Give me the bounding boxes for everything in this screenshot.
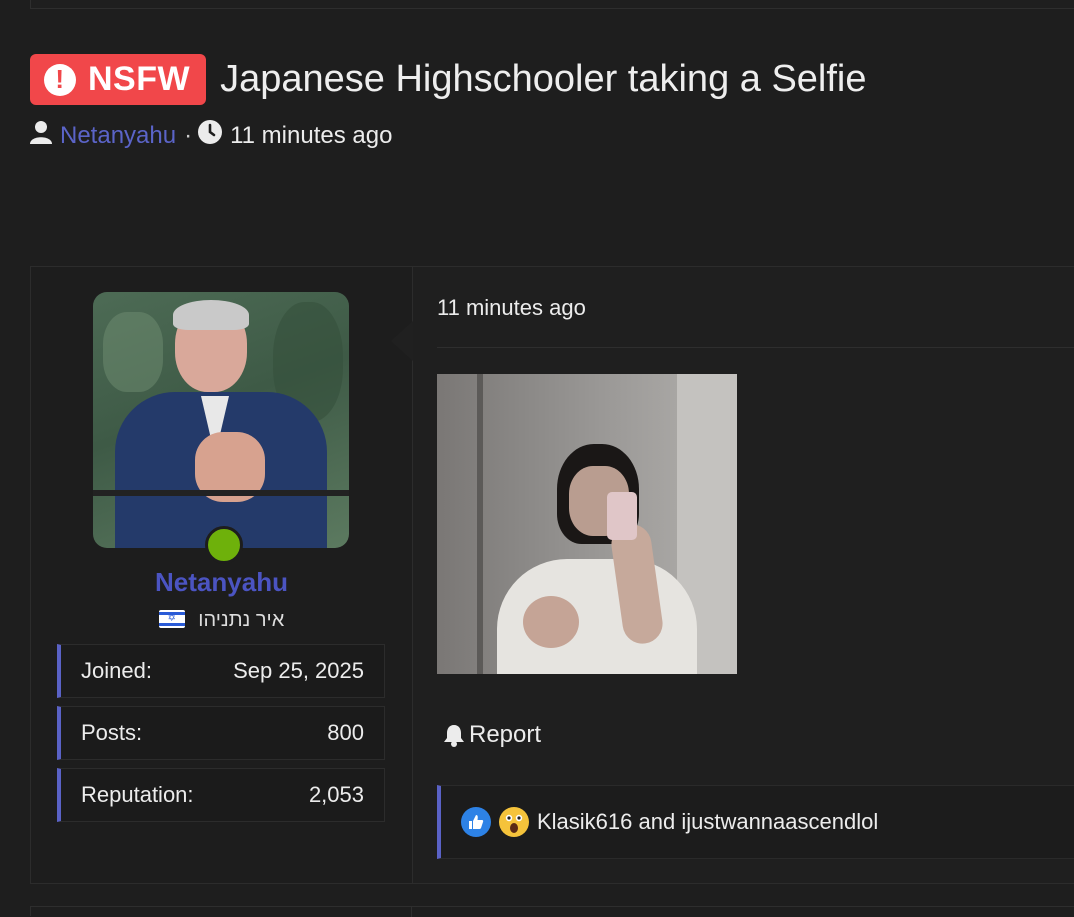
post-pointer-arrow [391,321,413,361]
post-time[interactable]: 11 minutes ago [437,295,586,321]
exclamation-circle-icon: ! [44,63,76,96]
stat-label: Posts: [81,720,143,745]
user-icon [30,120,52,151]
stat-value: 2,053 [308,782,364,807]
report-button[interactable]: Report [443,721,541,749]
stat-label: Joined: [81,658,152,683]
clock-icon [198,120,223,151]
report-label: Report [469,721,542,748]
reactions-text[interactable]: Klasik616 and ijustwannaascendlol [537,809,878,835]
user-title: ✡ איר נתניהו [31,609,412,632]
thread-title: Japanese Highschooler taking a Selfie [220,58,867,100]
thread-header: ! NSFW Japanese Highschooler taking a Se… [30,54,867,105]
stat-label: Reputation: [81,782,194,807]
stat-reputation: Reputation: 2,053 [57,768,385,822]
stat-joined: Joined: Sep 25, 2025 [57,644,385,698]
nsfw-badge: ! NSFW [30,54,207,105]
next-post-edge [30,906,1074,917]
israel-flag-icon: ✡ [158,610,185,628]
divider [437,347,1074,348]
post-username[interactable]: Netanyahu [31,567,412,598]
nsfw-badge-label: NSFW [88,60,191,98]
thread-meta: Netanyahu · 11 minutes ago [30,120,392,151]
bell-icon [444,725,464,747]
post-image[interactable] [437,374,737,674]
thread-time[interactable]: 11 minutes ago [230,122,392,150]
top-panel-edge [30,0,1074,9]
stat-posts: Posts: 800 [57,706,385,760]
post: Netanyahu ✡ איר נתניהו Joined: Sep 25, 2… [30,266,1074,884]
reactions-bar[interactable]: Klasik616 and ijustwannaascendlol [437,785,1074,859]
thread-author-link[interactable]: Netanyahu [60,122,176,150]
like-icon [461,807,491,837]
post-user-panel: Netanyahu ✡ איר נתניהו Joined: Sep 25, 2… [31,267,413,883]
stat-value: Sep 25, 2025 [233,658,364,683]
wow-icon [499,807,529,837]
stat-value: 800 [327,720,364,745]
post-content: 11 minutes ago Report Klasik616 and ijus… [413,267,1074,883]
meta-separator: · [184,121,193,149]
user-title-text: איר נתניהו [198,609,285,631]
avatar[interactable] [93,292,349,548]
online-status-indicator [205,526,243,564]
